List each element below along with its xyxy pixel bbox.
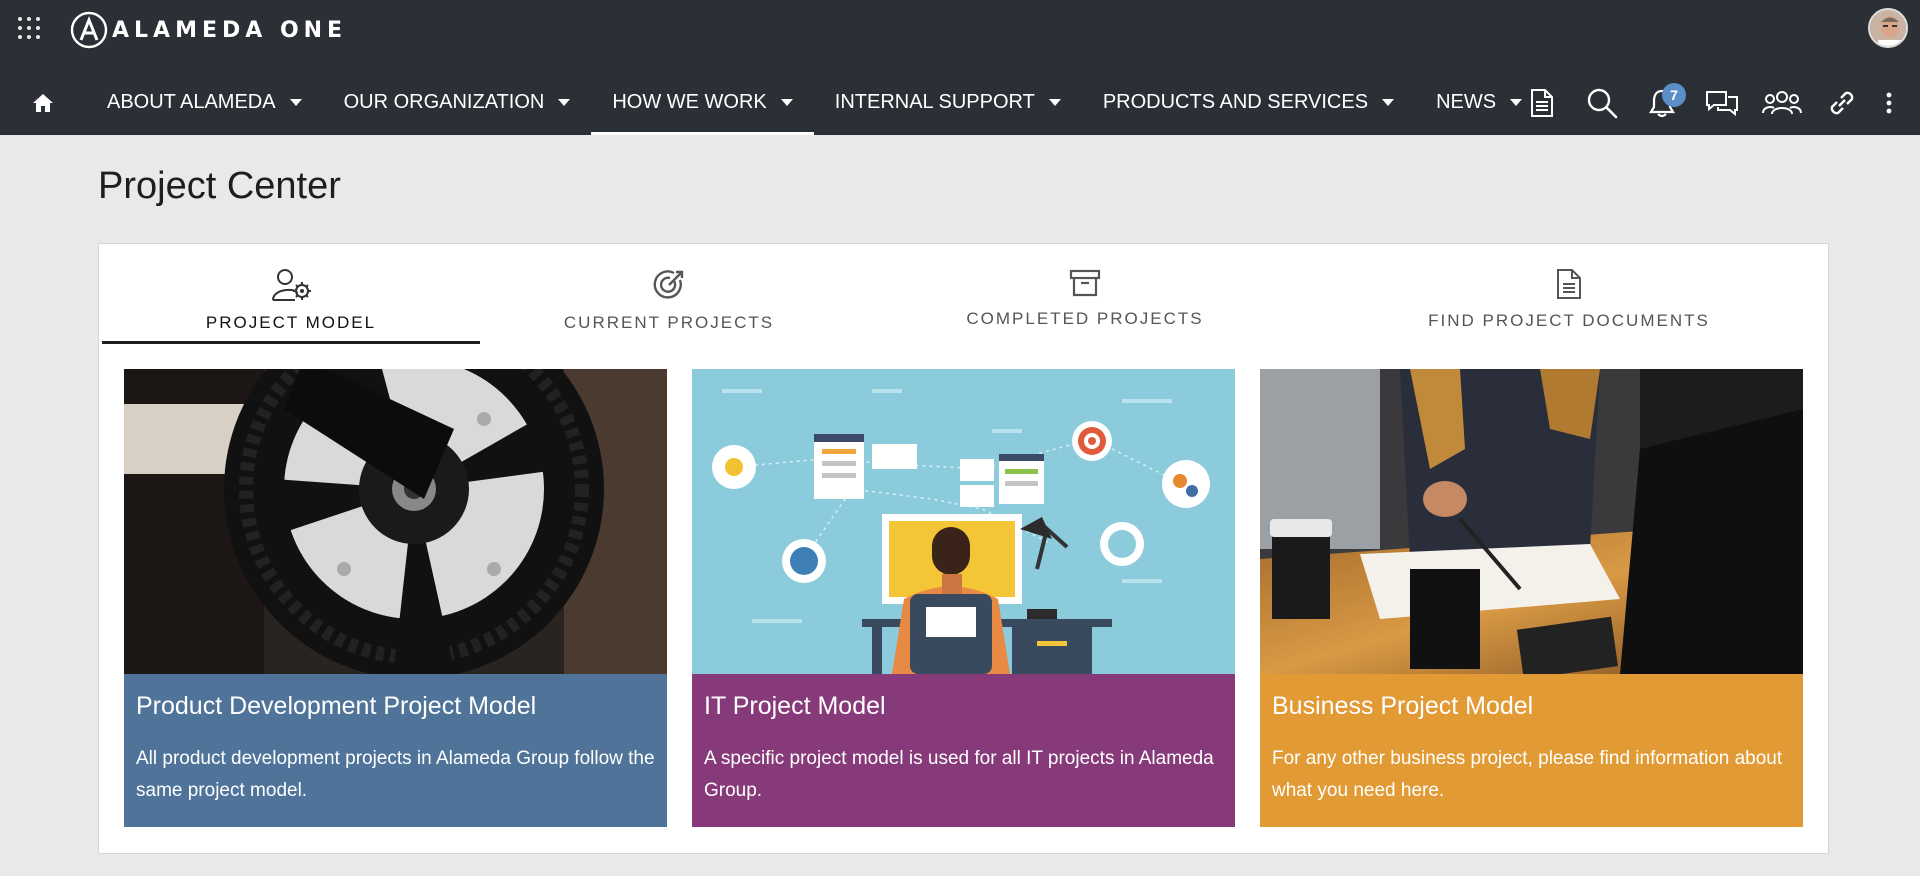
card-business-project[interactable]: Business Project Model For any other bus… [1260,369,1803,827]
card-title: Business Project Model [1272,692,1534,720]
card-title: IT Project Model [704,692,886,720]
user-photo-icon [1870,10,1906,46]
app-launcher-icon[interactable] [18,17,40,39]
more-options-button[interactable] [1872,80,1906,126]
nav-item-label: ABOUT ALAMEDA [107,91,276,113]
card-description: A specific project model is used for all… [704,748,1214,801]
tab-label: PROJECT MODEL [205,313,377,332]
tab-label: FIND PROJECT DOCUMENTS [1428,311,1710,330]
search-icon [1587,88,1618,118]
avatar[interactable] [1868,8,1908,48]
card-body: IT Project Model A specific project mode… [692,674,1235,827]
nav-item-label: OUR ORGANIZATION [343,91,545,113]
card-title: Product Development Project Model [136,692,537,720]
caret-down-icon [1382,99,1395,106]
card-body: Business Project Model For any other bus… [1260,674,1803,827]
tab-bar: PROJECT MODEL CURRENT PROJECTS COMPLETED… [102,244,1826,344]
card-body: Product Development Project Model All pr… [124,674,667,827]
card-image [1260,369,1803,674]
tab-project-model[interactable]: PROJECT MODEL [102,244,480,344]
nav-item-label: PRODUCTS AND SERVICES [1102,91,1369,113]
brand-logo[interactable]: ALAMEDA ONE [70,11,347,49]
chat-button[interactable] [1692,80,1752,126]
nav-item-label: HOW WE WORK [612,91,767,113]
people-icon [1762,90,1802,114]
tab-find-project-documents[interactable]: FIND PROJECT DOCUMENTS [1312,244,1826,344]
it-illustration-image [692,369,1235,674]
nav-our-organization[interactable]: OUR ORGANIZATION [323,70,592,135]
links-button[interactable] [1812,80,1872,126]
home-icon [33,93,53,112]
header-actions: 7 [1512,70,1906,135]
caret-down-icon [289,99,302,106]
archive-icon [1069,269,1101,297]
tab-label: CURRENT PROJECTS [563,313,775,332]
card-image [692,369,1235,674]
main-nav: ABOUT ALAMEDA OUR ORGANIZATION HOW WE WO… [0,70,1543,135]
chat-icon [1706,90,1738,116]
card-it-project[interactable]: IT Project Model A specific project mode… [692,369,1235,827]
tab-completed-projects[interactable]: COMPLETED PROJECTS [858,244,1312,344]
people-button[interactable] [1752,80,1812,126]
notification-count-badge: 7 [1662,82,1686,107]
tab-label: COMPLETED PROJECTS [966,309,1204,328]
target-icon [653,270,684,299]
search-button[interactable] [1572,80,1632,126]
business-meeting-image [1260,369,1803,674]
user-gear-icon [272,269,311,301]
caret-down-icon [780,99,793,106]
project-model-cards: Product Development Project Model All pr… [124,369,1803,827]
notifications-button[interactable]: 7 [1632,80,1692,126]
nav-item-label: INTERNAL SUPPORT [834,91,1035,113]
document-icon [1531,88,1553,117]
more-vertical-icon [1886,92,1892,113]
caret-down-icon [1048,99,1061,106]
brand-name: ALAMEDA ONE [112,17,348,43]
page-title: Project Center [98,165,341,207]
bicycle-crank-image [124,369,667,674]
nav-how-we-work[interactable]: HOW WE WORK [591,70,815,135]
nav-internal-support[interactable]: INTERNAL SUPPORT [814,70,1082,135]
nav-products-and-services[interactable]: PRODUCTS AND SERVICES [1082,70,1415,135]
home-button[interactable] [0,70,86,135]
nav-item-label: NEWS [1436,91,1497,113]
card-description: For any other business project, please f… [1272,748,1783,801]
caret-down-icon [558,99,571,106]
tab-current-projects[interactable]: CURRENT PROJECTS [480,244,858,344]
card-description: All product development projects in Alam… [136,748,655,801]
link-icon [1830,91,1854,114]
alameda-logo-icon [70,11,108,49]
card-image [124,369,667,674]
card-product-development[interactable]: Product Development Project Model All pr… [124,369,667,827]
nav-about-alameda[interactable]: ABOUT ALAMEDA [86,70,323,135]
project-center-panel: PROJECT MODEL CURRENT PROJECTS COMPLETED… [98,243,1829,854]
document-icon [1557,269,1581,299]
documents-button[interactable] [1512,80,1572,126]
